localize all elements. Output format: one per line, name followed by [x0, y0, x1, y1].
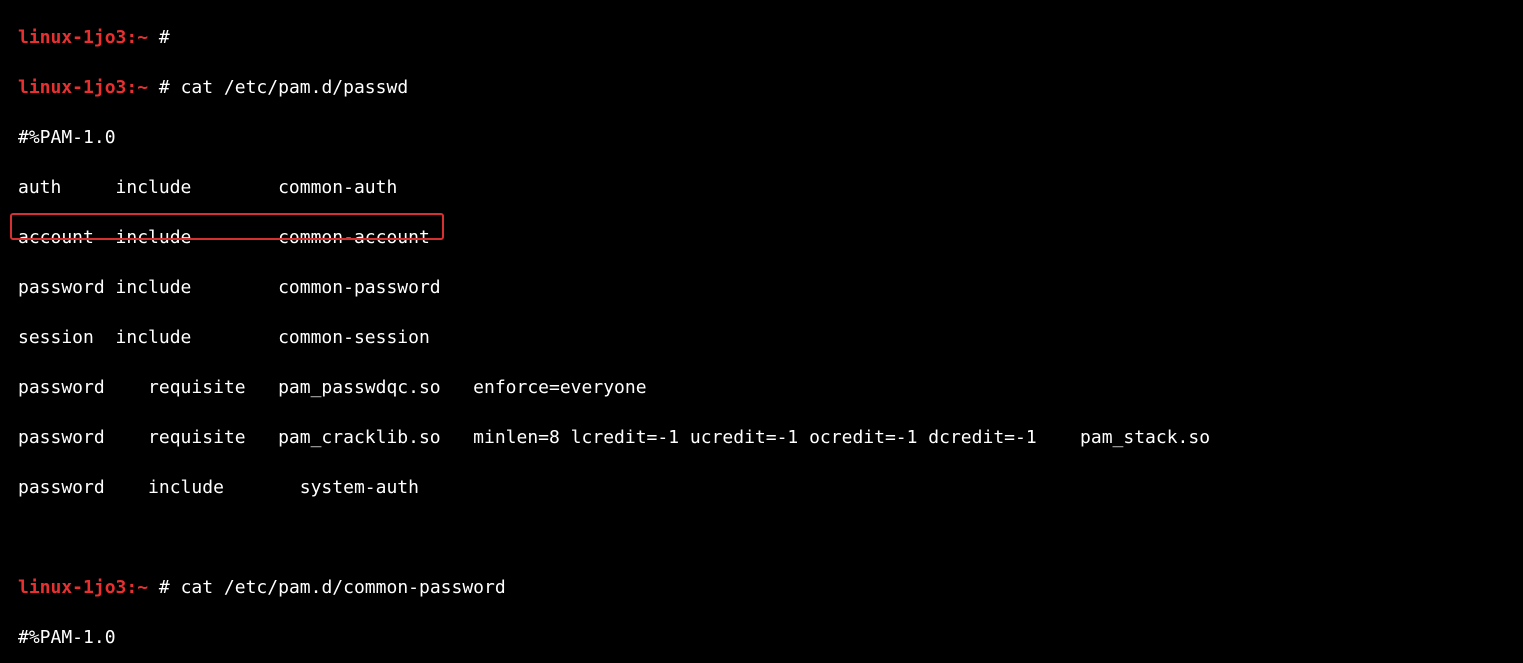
passwd-output-3: password include common-password: [18, 275, 1523, 300]
prompt-colon-tilde: :~: [126, 27, 159, 48]
prompt-host: linux-1jo3: [18, 577, 126, 598]
passwd-output-5: password requisite pam_passwdqc.so enfor…: [18, 375, 1523, 400]
prompt-colon-tilde: :~: [126, 77, 159, 98]
prompt-prev-hash: #: [159, 27, 170, 48]
prompt-line-2: linux-1jo3:~ # cat /etc/pam.d/common-pas…: [18, 575, 1523, 600]
passwd-output-1: auth include common-auth: [18, 175, 1523, 200]
passwd-output-4: session include common-session: [18, 325, 1523, 350]
prompt-host: linux-1jo3: [18, 77, 126, 98]
passwd-output-0: #%PAM-1.0: [18, 125, 1523, 150]
blank-line: [18, 525, 1523, 550]
passwd-output-2: account include common-account: [18, 225, 1523, 250]
prompt-hash: #: [159, 77, 181, 98]
prompt-line-prev: linux-1jo3:~ #: [18, 25, 1523, 50]
command-1: cat /etc/pam.d/passwd: [181, 77, 409, 98]
common-output-0: #%PAM-1.0: [18, 625, 1523, 650]
prompt-line-1: linux-1jo3:~ # cat /etc/pam.d/passwd: [18, 75, 1523, 100]
command-2: cat /etc/pam.d/common-password: [181, 577, 506, 598]
passwd-output-6: password requisite pam_cracklib.so minle…: [18, 425, 1523, 450]
passwd-output-7: password include system-auth: [18, 475, 1523, 500]
prompt-hash: #: [159, 577, 181, 598]
prompt-host: linux-1jo3: [18, 27, 126, 48]
prompt-colon-tilde: :~: [126, 577, 159, 598]
terminal-scrollback[interactable]: linux-1jo3:~ # linux-1jo3:~ # cat /etc/p…: [0, 0, 1523, 663]
